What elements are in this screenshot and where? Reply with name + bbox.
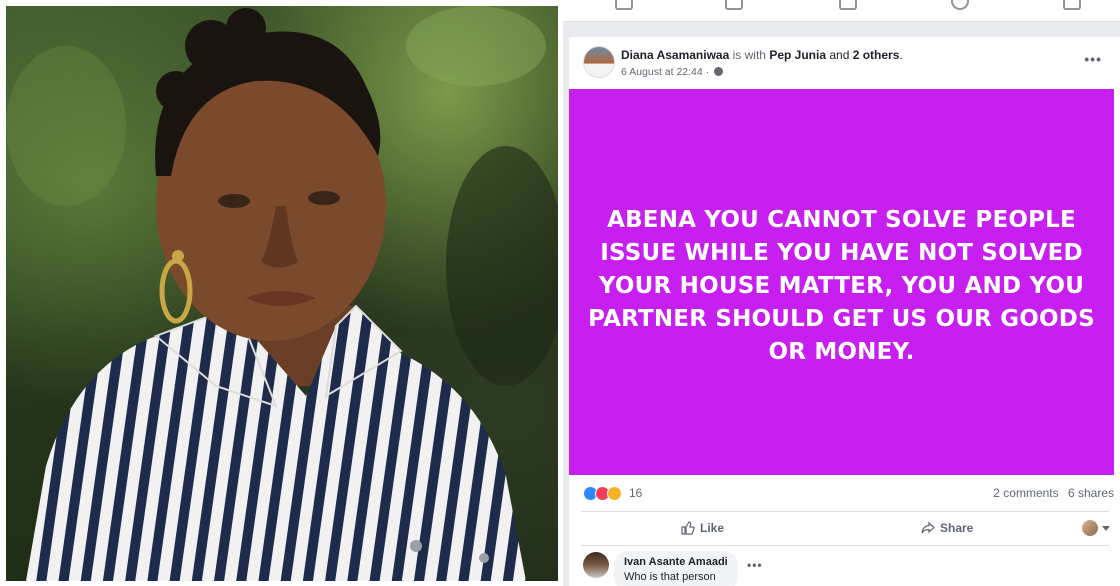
shares-count[interactable]: 6 shares [1068,486,1114,500]
notifications-icon[interactable] [951,0,969,10]
audience-selector[interactable] [1082,520,1110,536]
comment-text: Who is that person [624,571,716,583]
banner-text: ABENA YOU CANNOT SOLVE PEOPLE ISSUE WHIL… [588,206,1095,365]
divider [581,511,1109,512]
author-name[interactable]: Diana Asamaniwaa [621,48,729,62]
timestamp-text[interactable]: 6 August at 22:44 · [621,66,709,78]
wow-reaction-icon [607,485,622,501]
comment-bubble: Ivan Asante Amaadi Who is that person [614,551,738,586]
post-header: Diana Asamaniwaa is with Pep Junia and 2… [621,48,903,62]
commenter-name[interactable]: Ivan Asante Amaadi [624,556,728,568]
portrait-illustration [6,6,558,581]
commenter-avatar[interactable] [583,552,609,578]
reactions-summary[interactable]: 16 [583,484,642,502]
profile-mini-avatar [1082,520,1098,536]
reaction-count[interactable]: 16 [629,486,642,500]
more-menu-icon[interactable] [1063,0,1081,10]
like-button[interactable]: Like [681,515,724,541]
like-label: Like [700,521,725,535]
marketplace-icon[interactable] [839,0,857,10]
with-text: is with [732,48,766,62]
post-options-icon[interactable]: ••• [1084,51,1102,67]
author-avatar[interactable] [583,46,615,78]
share-icon [921,521,935,534]
divider [581,545,1109,546]
engagement-counts: 2 comments 6 shares [993,486,1114,500]
and-text: and [829,48,850,62]
post-card: Diana Asamaniwaa is with Pep Junia and 2… [569,37,1120,586]
thumbs-up-icon [681,521,695,535]
comments-count[interactable]: 2 comments [993,486,1058,500]
globe-icon [714,67,724,76]
comment-options-icon[interactable]: ••• [747,558,763,572]
portrait-photo [6,6,558,581]
home-icon[interactable] [615,0,633,10]
share-button[interactable]: Share [921,515,973,541]
post-banner: ABENA YOU CANNOT SOLVE PEOPLE ISSUE WHIL… [569,89,1114,475]
tagged-person[interactable]: Pep Junia [769,48,826,62]
menu-icon[interactable] [725,0,743,10]
chevron-down-icon [1102,525,1110,531]
tagged-others[interactable]: 2 others [853,48,900,62]
nav-bar [563,0,1120,22]
facebook-post-panel: Diana Asamaniwaa is with Pep Junia and 2… [563,0,1120,586]
post-timestamp[interactable]: 6 August at 22:44 · [621,66,724,78]
share-label: Share [940,521,974,535]
